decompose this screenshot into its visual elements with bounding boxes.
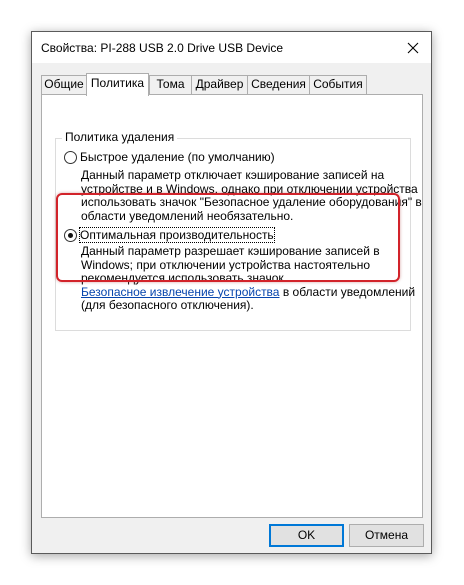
- close-button[interactable]: [395, 32, 431, 63]
- highlight-annotation: [56, 193, 400, 282]
- tab-policy[interactable]: Политика: [86, 73, 149, 96]
- window-title: Свойства: PI-288 USB 2.0 Drive USB Devic…: [41, 41, 284, 55]
- safely-remove-link[interactable]: Безопасное извлечение устройства: [81, 285, 279, 299]
- policy-panel: Политика удаления Быстрое удаление (по у…: [41, 94, 423, 518]
- tab-strip: Общие Политика Тома Драйвер Сведения Соб…: [41, 73, 422, 96]
- title-bar[interactable]: Свойства: PI-288 USB 2.0 Drive USB Devic…: [32, 32, 431, 63]
- tab-general[interactable]: Общие: [41, 75, 87, 94]
- close-icon: [407, 42, 419, 53]
- properties-dialog: Свойства: PI-288 USB 2.0 Drive USB Devic…: [31, 31, 432, 554]
- tab-events[interactable]: События: [309, 75, 367, 94]
- removal-policy-label: Политика удаления: [62, 130, 178, 144]
- tab-volumes[interactable]: Тома: [149, 75, 192, 94]
- tab-details[interactable]: Сведения: [247, 75, 310, 94]
- quick-removal-label[interactable]: Быстрое удаление (по умолчанию): [80, 150, 275, 164]
- cancel-button[interactable]: Отмена: [349, 524, 424, 547]
- quick-removal-radio[interactable]: [64, 151, 77, 164]
- tab-driver[interactable]: Драйвер: [191, 75, 248, 94]
- ok-button[interactable]: OK: [269, 524, 344, 547]
